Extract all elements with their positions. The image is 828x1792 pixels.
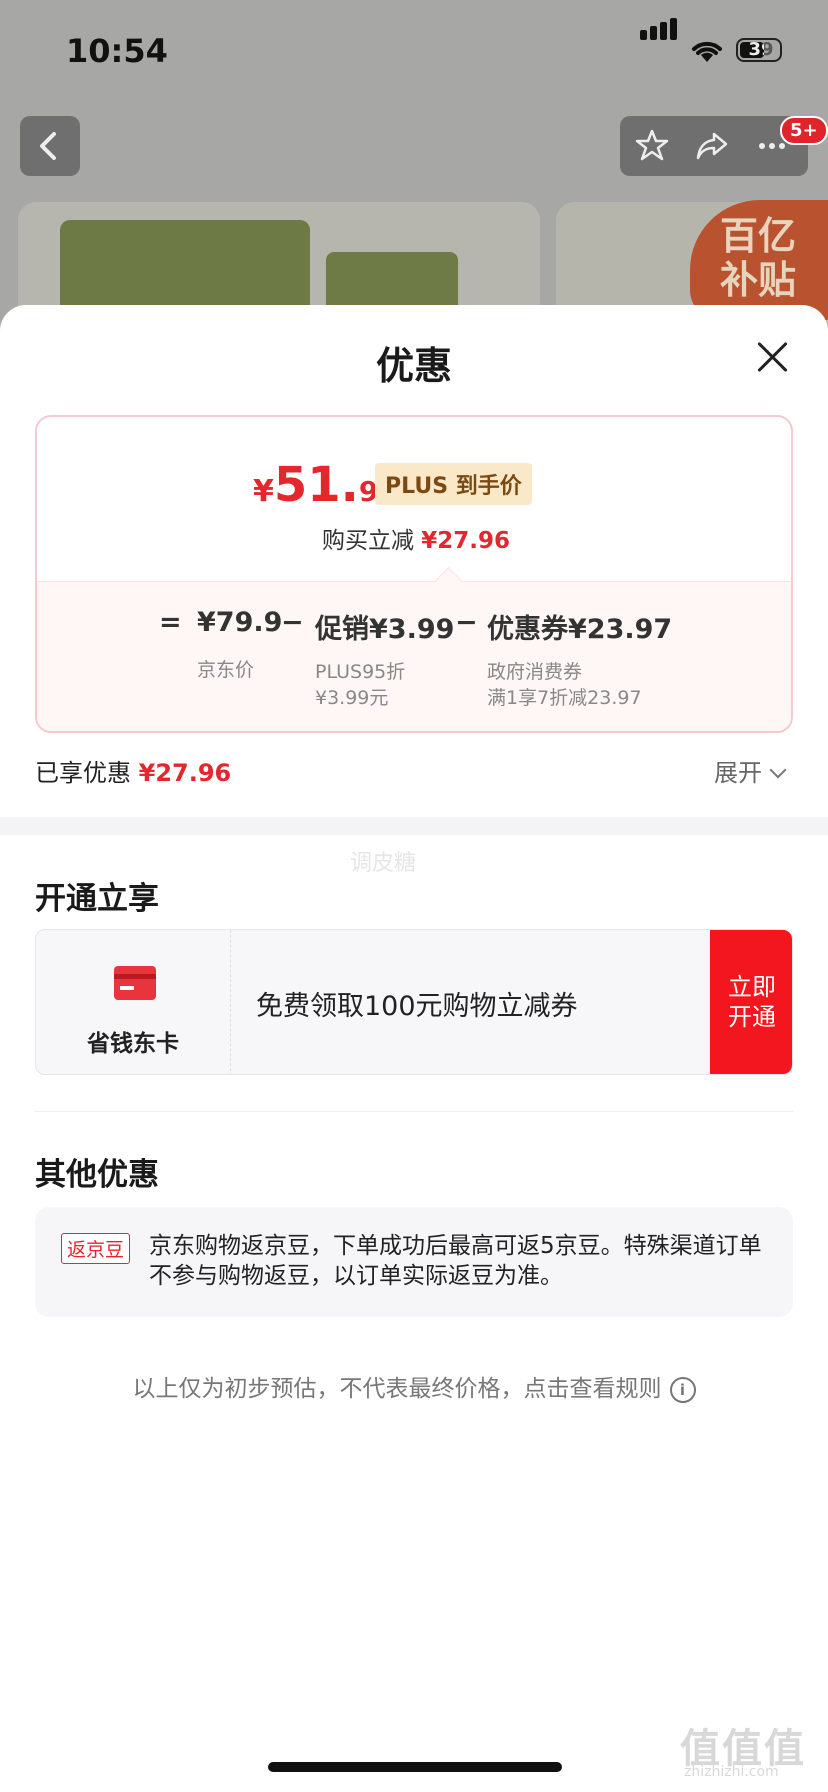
battery-icon: 39 <box>736 38 782 62</box>
watermark-text: 调皮糖 <box>350 851 417 876</box>
savings-card-left: 省钱东卡 <box>36 930 231 1074</box>
coupon-note-2: 满1享7折减23.97 <box>487 687 642 709</box>
equals-sign: = <box>159 607 182 638</box>
jd-price-label: 京东价 <box>197 659 255 681</box>
divider <box>35 1111 793 1112</box>
promo-note-1: PLUS95折 <box>315 661 406 683</box>
coupon-note: 政府消费券 满1享7折减23.97 <box>487 659 642 711</box>
open-now-line1: 立即 <box>728 973 776 1001</box>
jingdou-offer: 返京豆 京东购物返京豆，下单成功后最高可返5京豆。特殊渠道订单不参与购物返豆，以… <box>35 1207 793 1317</box>
reduce-amount: ¥27.96 <box>421 528 511 554</box>
star-icon[interactable] <box>634 128 670 164</box>
subsidy-line2: 补贴 <box>720 258 797 302</box>
promo-note-2: ¥3.99元 <box>315 687 389 709</box>
promo-amount: 促销¥3.99 <box>315 614 455 645</box>
close-icon[interactable] <box>756 341 788 373</box>
price-breakdown <box>37 581 791 731</box>
wifi-icon <box>692 41 722 62</box>
price-card: ¥51.94 PLUS 到手价 购买立减 ¥27.96 = ¥79.9 − 促销… <box>35 415 793 733</box>
rules-footnote[interactable]: 以上仅为初步预估，不代表最终价格，点击查看规则 i <box>0 1369 828 1403</box>
open-section-title: 开通立享 <box>35 881 159 917</box>
back-icon <box>40 132 56 160</box>
footnote-text: 以上仅为初步预估，不代表最终价格，点击查看规则 <box>132 1376 662 1402</box>
savings-card-offer[interactable]: 省钱东卡 免费领取100元购物立减券 立即 开通 <box>35 929 793 1075</box>
battery-level: 39 <box>748 39 774 60</box>
subsidy-line1: 百亿 <box>720 214 797 258</box>
coupon-note-1: 政府消费券 <box>487 661 583 683</box>
promo-note: PLUS95折 ¥3.99元 <box>315 659 405 711</box>
back-button[interactable] <box>20 116 80 176</box>
enjoyed-amount: ¥27.96 <box>138 759 232 787</box>
share-icon[interactable] <box>694 128 730 164</box>
chevron-down-icon <box>769 761 787 779</box>
expand-button[interactable]: 展开 <box>714 753 787 788</box>
info-icon[interactable]: i <box>669 1376 696 1403</box>
card-icon <box>114 966 156 1000</box>
jingdou-tag: 返京豆 <box>61 1233 131 1264</box>
status-time: 10:54 <box>66 32 168 70</box>
status-bar: 10:54 39 <box>0 0 828 100</box>
open-now-line2: 开通 <box>728 1003 776 1031</box>
site-watermark-url: zhizhizhi.com <box>684 1764 779 1780</box>
other-section-title: 其他优惠 <box>35 1157 159 1193</box>
open-now-button[interactable]: 立即 开通 <box>710 930 792 1074</box>
enjoyed-discount: 已享优惠 ¥27.96 <box>35 753 231 788</box>
notification-badge: 5+ <box>780 116 828 145</box>
home-indicator[interactable] <box>268 1762 562 1772</box>
expand-label: 展开 <box>714 759 762 787</box>
price-currency: ¥ <box>253 474 274 509</box>
sheet-title: 优惠 <box>375 344 452 388</box>
plus-price-tag: PLUS 到手价 <box>375 463 532 505</box>
coupon-amount: 优惠券¥23.97 <box>487 614 673 645</box>
discount-sheet: 优惠 ¥51.94 PLUS 到手价 购买立减 ¥27.96 = ¥79.9 −… <box>0 305 828 1792</box>
savings-card-desc: 免费领取100元购物立减券 <box>256 991 578 1022</box>
minus-sign-2: − <box>455 607 478 638</box>
minus-sign-1: − <box>281 607 304 638</box>
enjoyed-label: 已享优惠 <box>35 759 131 787</box>
price-integer: 51. <box>273 457 359 513</box>
jd-price: ¥79.9 <box>197 607 283 638</box>
jingdou-text: 京东购物返京豆，下单成功后最高可返5京豆。特殊渠道订单不参与购物返豆，以订单实际… <box>149 1233 762 1289</box>
savings-card-name: 省钱东卡 <box>87 1031 179 1057</box>
reduce-line: 购买立减 ¥27.96 <box>37 521 791 555</box>
reduce-label: 购买立减 <box>321 528 414 554</box>
section-separator <box>0 817 828 835</box>
